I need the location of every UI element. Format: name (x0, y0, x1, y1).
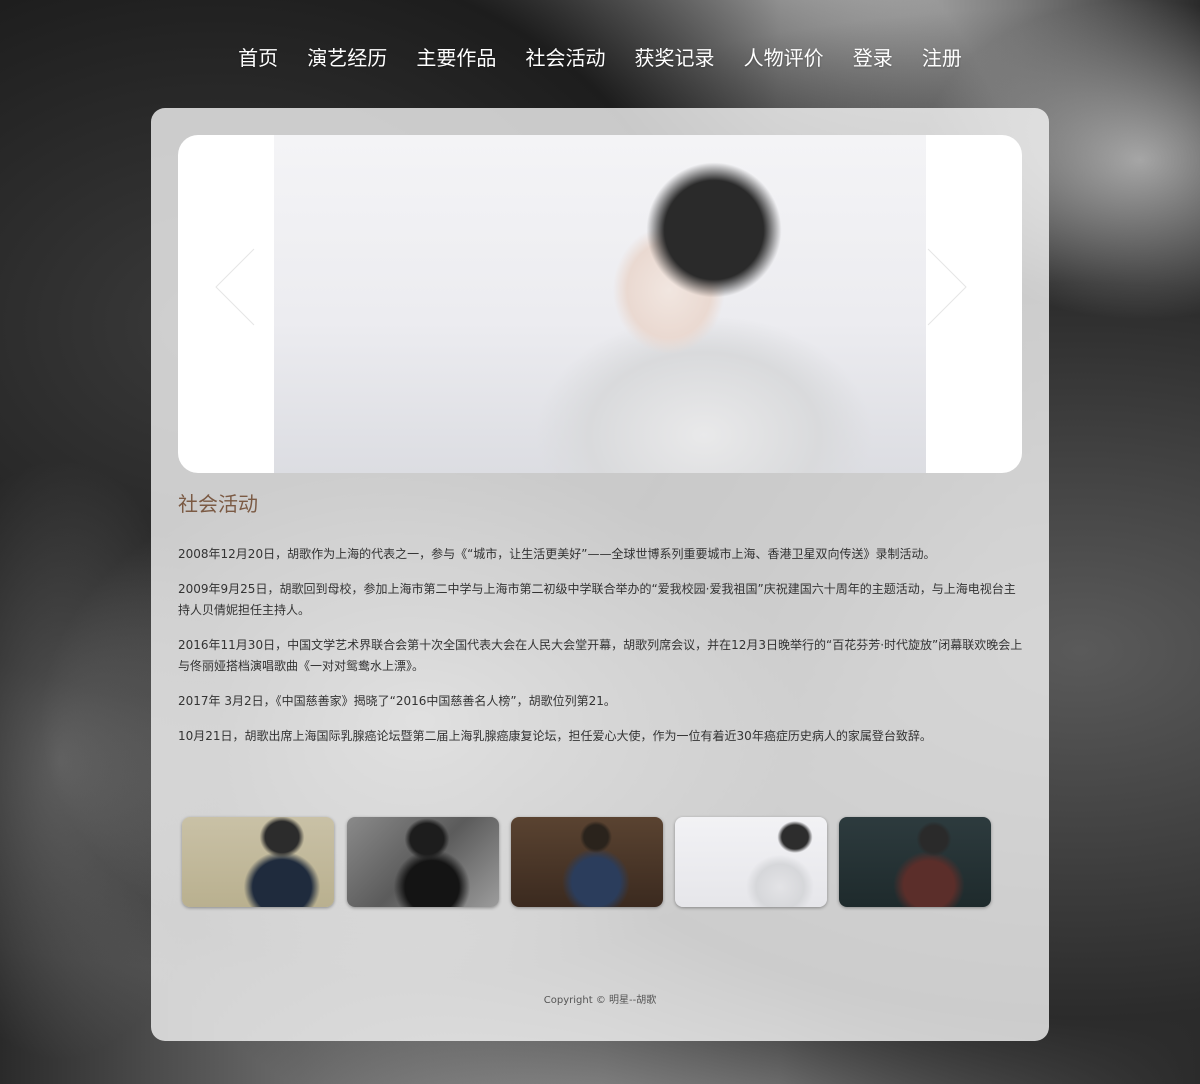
nav-social-activities[interactable]: 社会活动 (525, 42, 605, 71)
activity-paragraph: 10月21日，胡歌出席上海国际乳腺癌论坛暨第二届上海乳腺癌康复论坛，担任爱心大使… (178, 729, 932, 743)
gallery-thumbnail[interactable] (675, 817, 827, 907)
section-title: 社会活动 (178, 492, 258, 516)
gallery-thumbnail[interactable] (347, 817, 499, 907)
image-carousel (178, 135, 1022, 473)
content-panel: 社会活动 2008年12月20日，胡歌作为上海的代表之一，参与《“城市，让生活更… (151, 108, 1049, 1041)
activity-paragraph: 2008年12月20日，胡歌作为上海的代表之一，参与《“城市，让生活更美好”——… (178, 547, 936, 561)
chevron-right-icon (927, 245, 971, 329)
nav-works[interactable]: 主要作品 (416, 42, 496, 71)
carousel-prev-button[interactable] (206, 243, 262, 331)
activity-paragraph: 2016年11月30日，中国文学艺术界联合会第十次全国代表大会在人民大会堂开幕，… (178, 638, 1023, 673)
thumbnail-gallery (182, 817, 992, 909)
chevron-left-icon (211, 245, 255, 329)
gallery-thumbnail[interactable] (182, 817, 334, 907)
gallery-thumbnail[interactable] (839, 817, 991, 907)
nav-login[interactable]: 登录 (853, 42, 893, 71)
activity-list: 2008年12月20日，胡歌作为上海的代表之一，参与《“城市，让生活更美好”——… (178, 544, 1026, 761)
nav-home[interactable]: 首页 (238, 42, 278, 71)
gallery-thumbnail[interactable] (511, 817, 663, 907)
footer-copyright: Copyright © 明星--胡歌 (543, 995, 657, 1006)
nav-career[interactable]: 演艺经历 (307, 42, 387, 71)
activity-paragraph: 2009年9月25日，胡歌回到母校，参加上海市第二中学与上海市第二初级中学联合举… (178, 582, 1016, 617)
carousel-slide-image (274, 135, 926, 473)
carousel-next-button[interactable] (920, 243, 976, 331)
main-nav: 首页 演艺经历 主要作品 社会活动 获奖记录 人物评价 登录 注册 (0, 42, 1200, 71)
activity-paragraph: 2017年 3月2日，《中国慈善家》揭晓了“2016中国慈善名人榜”，胡歌位列第… (178, 694, 616, 708)
nav-awards[interactable]: 获奖记录 (635, 42, 715, 71)
nav-register[interactable]: 注册 (922, 42, 962, 71)
nav-reviews[interactable]: 人物评价 (744, 42, 824, 71)
